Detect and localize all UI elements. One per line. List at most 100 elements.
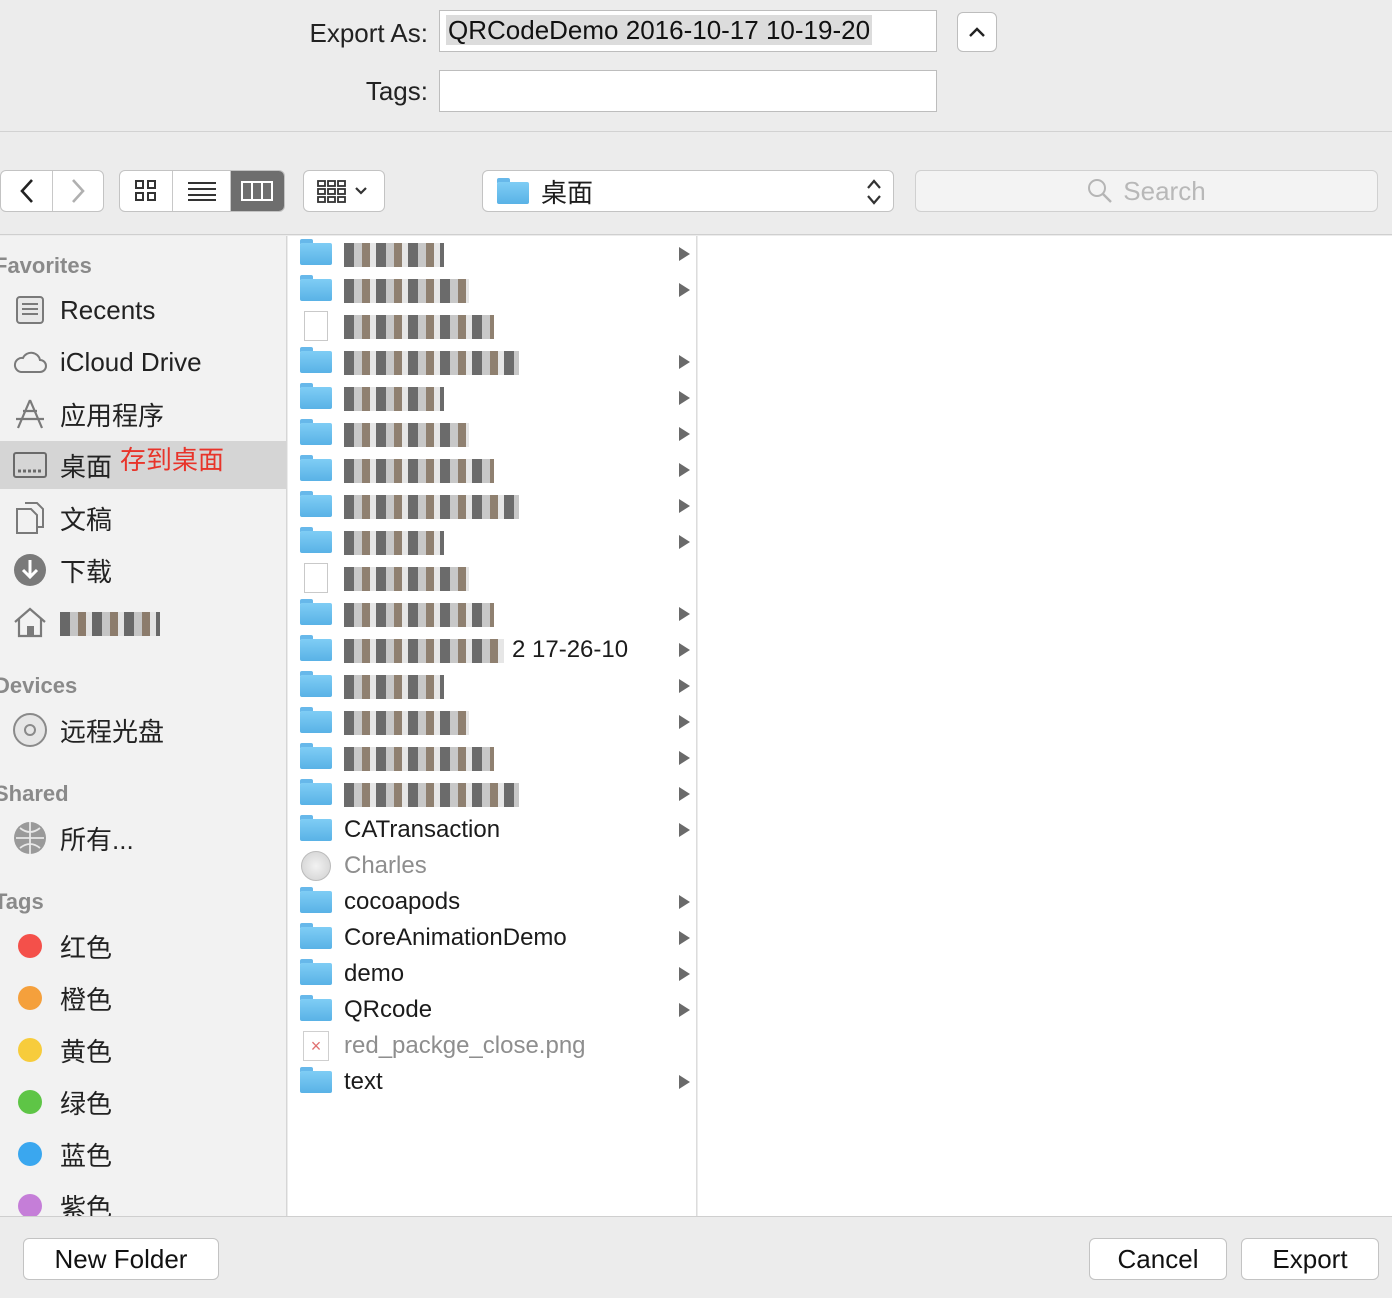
- file-name: [344, 240, 444, 268]
- file-row[interactable]: [288, 668, 696, 704]
- sidebar-item-label: Recents: [60, 294, 156, 325]
- file-row[interactable]: [288, 272, 696, 308]
- redacted-text: [344, 782, 519, 807]
- sidebar-tag-red[interactable]: 红色: [0, 922, 286, 970]
- file-row[interactable]: [288, 344, 696, 380]
- sidebar-item-label: 黄色: [60, 1036, 113, 1067]
- folder-icon: [300, 995, 332, 1023]
- export-button[interactable]: Export: [1241, 1238, 1379, 1280]
- file-row[interactable]: [288, 740, 696, 776]
- file-row[interactable]: [288, 452, 696, 488]
- file-name: [344, 348, 519, 376]
- sidebar-item-applications[interactable]: 应用程序: [0, 390, 286, 438]
- file-name: red_packge_close.png: [344, 1032, 586, 1059]
- folder-icon: [300, 815, 332, 843]
- columns-icon: [241, 181, 274, 201]
- folder-icon: [300, 1067, 332, 1095]
- export-as-field[interactable]: QRCodeDemo 2016-10-17 10-19-20: [439, 10, 937, 52]
- tags-field[interactable]: [439, 70, 937, 112]
- preview-column: [698, 236, 1392, 1216]
- folder-icon: [300, 599, 332, 627]
- sidebar-item-label: 文稿: [60, 504, 113, 535]
- disclosure-arrow-icon: [679, 283, 690, 297]
- redacted-text: [344, 638, 504, 663]
- file-row[interactable]: [288, 236, 696, 272]
- sidebar-item-recents[interactable]: Recents: [0, 286, 286, 334]
- file-row[interactable]: [288, 776, 696, 812]
- file-row[interactable]: CoreAnimationDemo: [288, 920, 696, 956]
- search-field[interactable]: Search: [915, 170, 1378, 212]
- sidebar-item-home[interactable]: [0, 598, 286, 646]
- devices-section-title: Devices: [0, 673, 78, 698]
- disclosure-arrow-icon: [679, 931, 690, 945]
- sidebar-tag-blue[interactable]: 蓝色: [0, 1130, 286, 1178]
- icon-view-button[interactable]: [120, 171, 174, 211]
- yellow-tag-icon: [18, 1038, 42, 1062]
- file-row[interactable]: [288, 524, 696, 560]
- blue-tag-icon: [18, 1142, 42, 1166]
- sidebar-item-label: 红色: [60, 932, 113, 963]
- new-folder-button[interactable]: New Folder: [23, 1238, 219, 1280]
- downloads-icon: [12, 552, 48, 588]
- file-row[interactable]: [288, 596, 696, 632]
- location-label: 桌面: [541, 177, 594, 208]
- file-row[interactable]: text: [288, 1064, 696, 1100]
- file-row[interactable]: × red_packge_close.png: [288, 1028, 696, 1064]
- file-column: 2 17-26-10 CATransaction Charles cocoapods C…: [288, 236, 697, 1216]
- file-row[interactable]: QRcode: [288, 992, 696, 1028]
- file-row[interactable]: Charles: [288, 848, 696, 884]
- tags-section-title: Tags: [0, 889, 44, 914]
- file-row[interactable]: [288, 308, 696, 344]
- forward-button[interactable]: [53, 171, 103, 211]
- cancel-button[interactable]: Cancel: [1089, 1238, 1227, 1280]
- sidebar-tag-orange[interactable]: 橙色: [0, 974, 286, 1022]
- sidebar-tag-yellow[interactable]: 黄色: [0, 1026, 286, 1074]
- disclosure-arrow-icon: [679, 463, 690, 477]
- disclosure-arrow-icon: [679, 895, 690, 909]
- file-row[interactable]: [288, 380, 696, 416]
- folder-icon: [300, 671, 332, 699]
- collapse-dialog-button[interactable]: [957, 12, 997, 52]
- file-name: [344, 744, 494, 772]
- disclosure-arrow-icon: [679, 967, 690, 981]
- sidebar-tag-purple[interactable]: 紫色: [0, 1182, 286, 1216]
- file-row[interactable]: demo: [288, 956, 696, 992]
- file-row[interactable]: [288, 704, 696, 740]
- sidebar-item-all-shared[interactable]: 所有...: [0, 814, 286, 862]
- folder-icon: [497, 178, 529, 204]
- folder-icon: [300, 707, 332, 735]
- file-row[interactable]: cocoapods: [288, 884, 696, 920]
- folder-icon: [300, 527, 332, 555]
- group-icon: [317, 180, 367, 203]
- column-view-button[interactable]: [230, 171, 284, 211]
- location-popup[interactable]: 桌面: [482, 170, 894, 212]
- list-view-button[interactable]: [173, 171, 231, 211]
- folder-icon: [300, 275, 332, 303]
- app-icon: [300, 851, 332, 881]
- redacted-text: [344, 278, 469, 303]
- folder-icon: [300, 887, 332, 915]
- file-name: cocoapods: [344, 888, 461, 915]
- red-tag-icon: [18, 934, 42, 958]
- sidebar-item-label: 下载: [60, 556, 113, 587]
- sidebar-tag-green[interactable]: 绿色: [0, 1078, 286, 1126]
- file-row[interactable]: 2 17-26-10: [288, 632, 696, 668]
- back-button[interactable]: [1, 171, 53, 211]
- file-row[interactable]: [288, 488, 696, 524]
- disclosure-arrow-icon: [679, 679, 690, 693]
- file-row[interactable]: [288, 416, 696, 452]
- sidebar-item-label: 桌面: [60, 451, 113, 482]
- sidebar-item-icloud-drive[interactable]: iCloud Drive: [0, 338, 286, 386]
- filename-text: QRCodeDemo 2016-10-17 10-19-20: [446, 15, 873, 45]
- sidebar-item-remote-disc[interactable]: 远程光盘: [0, 706, 286, 754]
- disc-icon: [12, 712, 48, 748]
- folder-icon: [300, 923, 332, 951]
- file-row[interactable]: [288, 560, 696, 596]
- group-by-button[interactable]: [303, 170, 385, 212]
- file-row[interactable]: CATransaction: [288, 812, 696, 848]
- sidebar-item-documents[interactable]: 文稿: [0, 494, 286, 542]
- folder-icon: [300, 383, 332, 411]
- redacted-text: [344, 494, 519, 519]
- sidebar-item-downloads[interactable]: 下载: [0, 546, 286, 594]
- document-icon: [300, 563, 332, 593]
